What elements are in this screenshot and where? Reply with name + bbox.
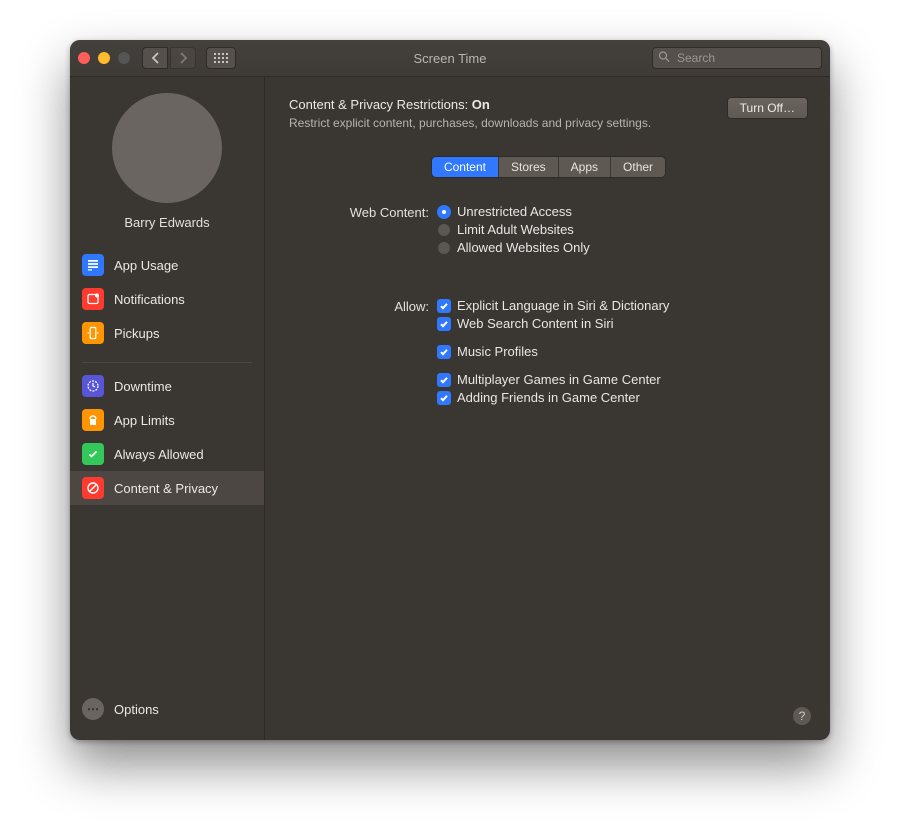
allow-options: Explicit Language in Siri & Dictionary W… xyxy=(437,298,808,408)
row-web-content: Web Content: Unrestricted Access Limit A… xyxy=(309,204,808,258)
sidebar-item-downtime[interactable]: Downtime xyxy=(70,369,264,403)
sidebar-item-label: Always Allowed xyxy=(114,447,204,462)
search-icon xyxy=(658,51,670,66)
sidebar-item-label: Options xyxy=(114,702,159,717)
search-wrap xyxy=(652,47,822,69)
tab-other[interactable]: Other xyxy=(610,157,665,177)
sidebar-item-always-allowed[interactable]: Always Allowed xyxy=(70,437,264,471)
content-title: Content & Privacy Restrictions: On xyxy=(289,97,727,112)
pickups-icon xyxy=(82,322,104,344)
sidebar-item-label: Content & Privacy xyxy=(114,481,218,496)
radio-indicator xyxy=(437,205,451,219)
radio-label: Limit Adult Websites xyxy=(457,222,574,237)
sidebar-item-label: App Limits xyxy=(114,413,175,428)
sidebar-item-app-usage[interactable]: App Usage xyxy=(70,248,264,282)
check-label: Web Search Content in Siri xyxy=(457,316,614,331)
tab-apps[interactable]: Apps xyxy=(558,157,610,177)
checkbox-indicator xyxy=(437,299,451,313)
forward-button[interactable] xyxy=(170,47,196,69)
grid-icon xyxy=(214,53,228,63)
turn-off-button[interactable]: Turn Off… xyxy=(727,97,808,119)
sidebar-item-options[interactable]: ⋯ Options xyxy=(82,692,252,726)
web-content-options: Unrestricted Access Limit Adult Websites… xyxy=(437,204,808,258)
avatar xyxy=(112,93,222,203)
radio-label: Unrestricted Access xyxy=(457,204,572,219)
search-input[interactable] xyxy=(652,47,822,69)
checkbox-indicator xyxy=(437,345,451,359)
always-allowed-icon xyxy=(82,443,104,465)
checkbox-indicator xyxy=(437,317,451,331)
maximize-window-button[interactable] xyxy=(118,52,130,64)
sidebar-item-label: App Usage xyxy=(114,258,178,273)
options-icon: ⋯ xyxy=(82,698,104,720)
user-name: Barry Edwards xyxy=(70,215,264,230)
downtime-icon xyxy=(82,375,104,397)
sidebar-item-label: Notifications xyxy=(114,292,185,307)
tab-stores[interactable]: Stores xyxy=(498,157,558,177)
minimize-window-button[interactable] xyxy=(98,52,110,64)
check-label: Music Profiles xyxy=(457,344,538,359)
sidebar-item-label: Downtime xyxy=(114,379,172,394)
segmented-control: Content Stores Apps Other xyxy=(431,156,666,178)
help-label: ? xyxy=(799,709,806,723)
screen-time-window: Screen Time Barry Edwards App Usage xyxy=(70,40,830,740)
window-title: Screen Time xyxy=(414,51,487,66)
body: Barry Edwards App Usage Notifications xyxy=(70,77,830,740)
content-title-prefix: Content & Privacy Restrictions: xyxy=(289,97,472,112)
sidebar-divider xyxy=(82,362,252,363)
sidebar-section-limits: Downtime App Limits Always Allowed xyxy=(70,369,264,511)
content-subtitle: Restrict explicit content, purchases, do… xyxy=(289,116,727,130)
tab-content[interactable]: Content xyxy=(432,157,498,177)
web-content-label: Web Content: xyxy=(309,204,437,258)
check-explicit-language[interactable]: Explicit Language in Siri & Dictionary xyxy=(437,298,808,313)
content-title-wrap: Content & Privacy Restrictions: On Restr… xyxy=(289,97,727,130)
sidebar-item-app-limits[interactable]: App Limits xyxy=(70,403,264,437)
titlebar: Screen Time xyxy=(70,40,830,77)
check-label: Explicit Language in Siri & Dictionary xyxy=(457,298,669,313)
app-usage-icon xyxy=(82,254,104,276)
radio-indicator xyxy=(437,241,451,255)
check-multiplayer-games[interactable]: Multiplayer Games in Game Center xyxy=(437,372,808,387)
sidebar-footer: ⋯ Options xyxy=(70,682,264,740)
allow-label: Allow: xyxy=(309,298,437,408)
tab-label: Apps xyxy=(571,160,598,174)
check-web-search-siri[interactable]: Web Search Content in Siri xyxy=(437,316,808,331)
notifications-icon xyxy=(82,288,104,310)
turn-off-label: Turn Off… xyxy=(740,101,795,115)
back-button[interactable] xyxy=(142,47,168,69)
row-allow: Allow: Explicit Language in Siri & Dicti… xyxy=(309,298,808,408)
tab-label: Other xyxy=(623,160,653,174)
checkbox-indicator xyxy=(437,391,451,405)
sidebar: Barry Edwards App Usage Notifications xyxy=(70,77,265,740)
sidebar-item-pickups[interactable]: Pickups xyxy=(70,316,264,350)
content-pane: Content & Privacy Restrictions: On Restr… xyxy=(265,77,830,740)
radio-unrestricted[interactable]: Unrestricted Access xyxy=(437,204,808,219)
tab-label: Content xyxy=(444,160,486,174)
nav-buttons xyxy=(142,47,196,69)
form-area: Web Content: Unrestricted Access Limit A… xyxy=(289,204,808,412)
check-music-profiles[interactable]: Music Profiles xyxy=(437,344,808,359)
radio-allowed-only[interactable]: Allowed Websites Only xyxy=(437,240,808,255)
sidebar-item-label: Pickups xyxy=(114,326,160,341)
check-label: Multiplayer Games in Game Center xyxy=(457,372,661,387)
content-header: Content & Privacy Restrictions: On Restr… xyxy=(289,97,808,130)
radio-indicator xyxy=(437,223,451,237)
sidebar-section-usage: App Usage Notifications Pickups xyxy=(70,248,264,356)
checkbox-indicator xyxy=(437,373,451,387)
check-label: Adding Friends in Game Center xyxy=(457,390,640,405)
app-limits-icon xyxy=(82,409,104,431)
sidebar-item-notifications[interactable]: Notifications xyxy=(70,282,264,316)
close-window-button[interactable] xyxy=(78,52,90,64)
traffic-lights xyxy=(78,52,130,64)
content-privacy-icon xyxy=(82,477,104,499)
content-title-state: On xyxy=(472,97,490,112)
radio-limit-adult[interactable]: Limit Adult Websites xyxy=(437,222,808,237)
check-adding-friends[interactable]: Adding Friends in Game Center xyxy=(437,390,808,405)
show-all-prefs-button[interactable] xyxy=(206,47,236,69)
radio-label: Allowed Websites Only xyxy=(457,240,590,255)
sidebar-item-content-privacy[interactable]: Content & Privacy xyxy=(70,471,264,505)
help-button[interactable]: ? xyxy=(792,706,812,726)
tab-label: Stores xyxy=(511,160,546,174)
